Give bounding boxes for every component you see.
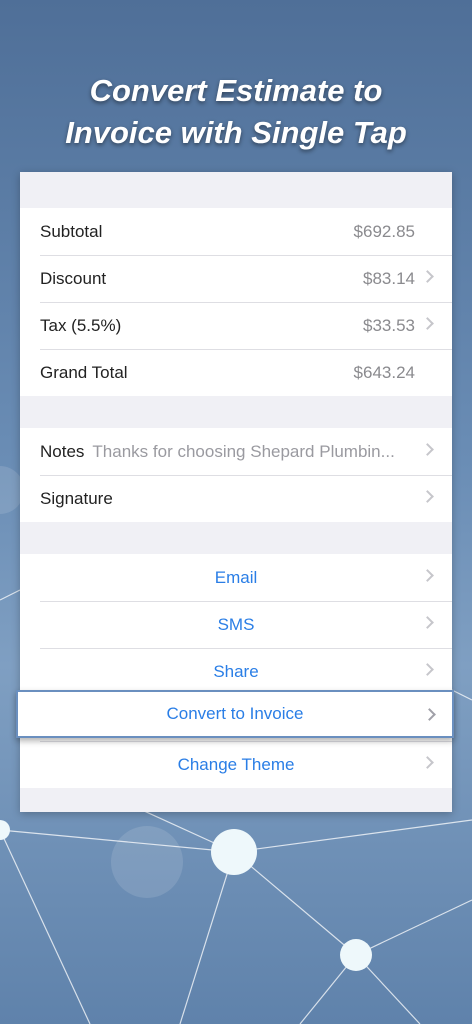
chevron-right-icon xyxy=(421,443,434,456)
grand-total-row: Grand Total $643.24 xyxy=(20,349,452,396)
chevron-right-icon xyxy=(423,708,436,721)
email-label: Email xyxy=(214,567,258,587)
tax-label: Tax (5.5%) xyxy=(40,315,122,335)
signature-label: Signature xyxy=(40,488,113,508)
chevron-right-icon xyxy=(421,663,434,676)
email-button[interactable]: Email xyxy=(20,554,452,601)
headline: Convert Estimate to Invoice with Single … xyxy=(0,70,472,154)
subtotal-row: Subtotal $692.85 xyxy=(20,208,452,255)
change-theme-button[interactable]: Change Theme xyxy=(20,741,452,788)
chevron-right-icon xyxy=(421,569,434,582)
totals-section: Subtotal $692.85 Discount $83.14 Tax (5.… xyxy=(20,208,452,396)
notes-row[interactable]: Notes Thanks for choosing Shepard Plumbi… xyxy=(20,428,452,475)
actions-section: Email SMS Share Change Theme xyxy=(20,554,452,788)
convert-to-invoice-button[interactable]: Convert to Invoice xyxy=(16,690,454,738)
notes-value: Thanks for choosing Shepard Plumbin... xyxy=(92,441,395,461)
discount-row[interactable]: Discount $83.14 xyxy=(20,255,452,302)
chevron-right-icon xyxy=(421,756,434,769)
headline-line-1: Convert Estimate to xyxy=(89,73,383,108)
change-theme-label: Change Theme xyxy=(177,754,295,774)
discount-value: $83.14 xyxy=(363,268,415,288)
subtotal-value: $692.85 xyxy=(353,221,415,241)
headline-line-2: Invoice with Single Tap xyxy=(65,115,407,150)
signature-row[interactable]: Signature xyxy=(20,475,452,522)
share-button[interactable]: Share xyxy=(20,648,452,695)
sms-label: SMS xyxy=(217,614,255,634)
subtotal-label: Subtotal xyxy=(40,221,103,241)
share-label: Share xyxy=(213,661,259,681)
discount-label: Discount xyxy=(40,268,107,288)
sms-button[interactable]: SMS xyxy=(20,601,452,648)
chevron-right-icon xyxy=(421,317,434,330)
convert-to-invoice-label: Convert to Invoice xyxy=(166,704,304,723)
chevron-right-icon xyxy=(421,270,434,283)
grand-total-label: Grand Total xyxy=(40,362,128,382)
tax-value: $33.53 xyxy=(363,315,415,335)
grand-total-value: $643.24 xyxy=(353,362,415,382)
tax-row[interactable]: Tax (5.5%) $33.53 xyxy=(20,302,452,349)
chevron-right-icon xyxy=(421,616,434,629)
notes-label: Notes xyxy=(40,441,85,461)
details-section: Notes Thanks for choosing Shepard Plumbi… xyxy=(20,428,452,522)
chevron-right-icon xyxy=(421,490,434,503)
